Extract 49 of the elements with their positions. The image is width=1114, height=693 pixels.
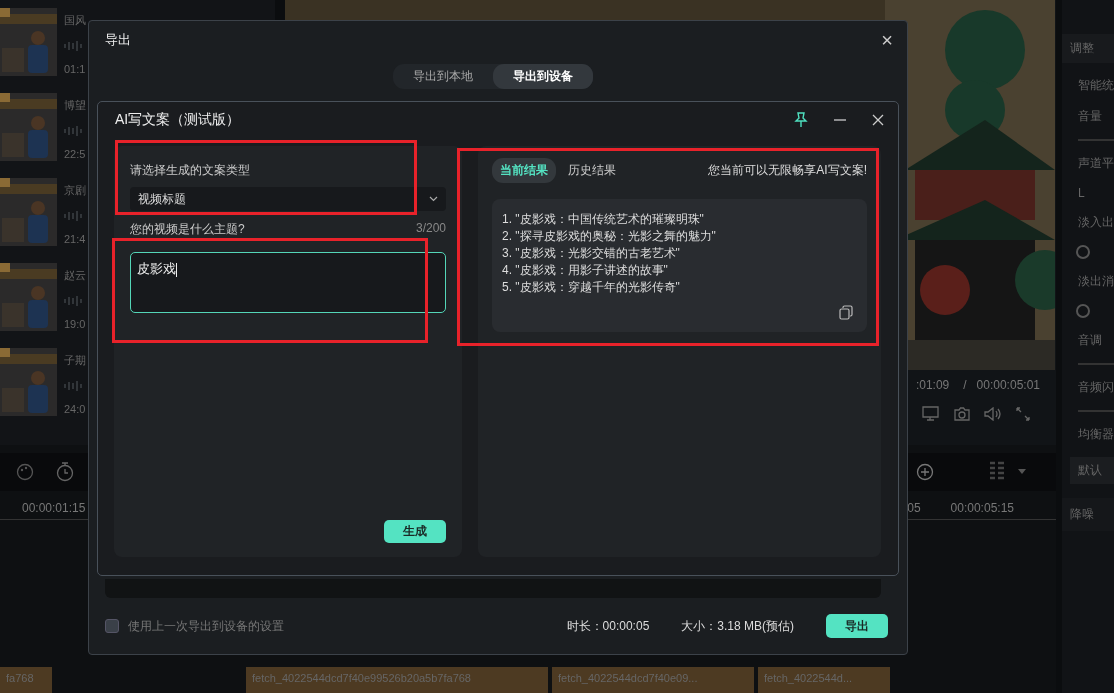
- media-duration: 24:0: [64, 403, 86, 415]
- current-time: :01:09: [915, 378, 950, 392]
- generate-button[interactable]: 生成: [384, 520, 446, 543]
- export-button[interactable]: 导出: [826, 614, 888, 638]
- property-label: 音调: [1077, 332, 1103, 349]
- property-label: 淡出消: [1077, 273, 1114, 290]
- property-label: L: [1077, 186, 1086, 200]
- property-label: 均衡器: [1077, 426, 1114, 443]
- export-tab[interactable]: 导出到设备: [493, 64, 593, 89]
- result-tab[interactable]: 当前结果: [492, 158, 556, 183]
- ruler-time: 00:00:01:15: [22, 501, 86, 515]
- property-label: 声道平: [1077, 155, 1114, 172]
- media-title: 国风: [64, 13, 86, 28]
- property-label: 淡入出: [1077, 214, 1114, 231]
- total-time: 00:00:05:01: [976, 378, 1040, 392]
- media-duration: 01:1: [64, 63, 86, 75]
- field-label: 请选择生成的文案类型: [130, 162, 251, 179]
- result-line: 4. "皮影戏：用影子讲述的故事": [502, 262, 669, 279]
- media-title: 赵云: [64, 268, 86, 283]
- media-duration: 22:5: [64, 148, 86, 160]
- type-dropdown[interactable]: 视频标题: [130, 187, 446, 211]
- property-label: 音量: [1077, 108, 1103, 125]
- ruler-time: 00:00:05:15: [950, 501, 1014, 515]
- field-label: 您的视频是什么主题?: [130, 221, 245, 238]
- panel-header: 调整: [1062, 34, 1114, 63]
- media-title: 子期: [64, 353, 86, 368]
- notice-text: 您当前可以无限畅享AI写文案!: [708, 162, 867, 179]
- media-title: 博望: [64, 98, 86, 113]
- media-duration: 19:0: [64, 318, 86, 330]
- media-duration: 21:4: [64, 233, 86, 245]
- close-button[interactable]: ×: [881, 30, 893, 50]
- media-title: 京剧: [64, 183, 86, 198]
- result-line: 1. "皮影戏：中国传统艺术的璀璨明珠": [502, 211, 705, 228]
- size-text: 大小：3.18 MB(预估): [681, 617, 794, 635]
- result-line: 5. "皮影戏：穿越千年的光影传奇": [502, 279, 681, 296]
- export-tab[interactable]: 导出到本地: [393, 64, 493, 89]
- property-label: 音频闪: [1077, 379, 1114, 396]
- result-line: 3. "皮影戏：光影交错的古老艺术": [502, 245, 681, 262]
- result-line: 2. "探寻皮影戏的奥秘：光影之舞的魅力": [502, 228, 717, 245]
- dialog-title: 导出: [105, 31, 131, 49]
- result-tab[interactable]: 历史结果: [560, 158, 624, 183]
- ruler-time: 05: [907, 501, 921, 515]
- time-separator: /: [963, 378, 967, 392]
- topic-input[interactable]: 皮影戏: [130, 252, 446, 313]
- duration-text: 时长：00:00:05: [566, 617, 650, 635]
- dialog-title: AI写文案（测试版）: [115, 111, 241, 129]
- checkbox-label[interactable]: 使用上一次导出到设备的设置: [128, 617, 284, 635]
- character-count: 3/200: [415, 221, 446, 237]
- property-label: 智能统: [1077, 77, 1114, 94]
